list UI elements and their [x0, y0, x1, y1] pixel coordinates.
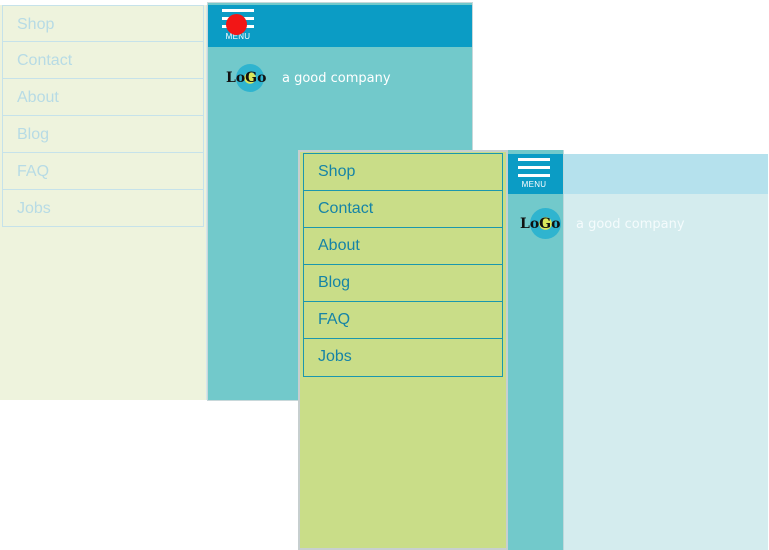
screen-a-logo[interactable]: LoGo: [226, 64, 276, 94]
screen-a-menu-item-blog[interactable]: Blog: [2, 116, 204, 153]
screen-b-content-overflow: [564, 154, 768, 550]
screen-b-top-bar-overflow: [564, 154, 768, 194]
screen-b-menu-item-faq[interactable]: FAQ: [304, 302, 502, 339]
screen-a-menu-item-contact[interactable]: Contact: [2, 42, 204, 79]
screen-b-menu-item-blog[interactable]: Blog: [304, 265, 502, 302]
screen-a-logo-text: LoGo: [226, 70, 267, 86]
screen-b-menu-list: Shop Contact About Blog FAQ Jobs: [303, 153, 503, 377]
screen-b-logo[interactable]: LoGo: [520, 208, 570, 242]
screen-b-menu-item-shop[interactable]: Shop: [304, 154, 502, 191]
record-dot-icon[interactable]: [226, 14, 247, 35]
screen-b-frame: Shop Contact About Blog FAQ Jobs MENU Lo…: [298, 150, 768, 550]
screen-a-menu-item-shop[interactable]: Shop: [2, 5, 204, 42]
screen-a-sidebar-menu: Shop Contact About Blog FAQ Jobs: [0, 5, 207, 400]
screen-a-tagline: a good company: [282, 71, 391, 86]
screen-a-menu-list: Shop Contact About Blog FAQ Jobs: [0, 5, 206, 227]
screen-b-menu-item-jobs[interactable]: Jobs: [304, 339, 502, 376]
screen-b-top-bar: MENU: [508, 154, 563, 194]
screen-b-menu-button-label: MENU: [521, 180, 547, 189]
screen-b-logo-text: LoGo: [520, 216, 561, 232]
screen-a-menu-item-jobs[interactable]: Jobs: [2, 190, 204, 227]
screen-a-top-bar: MENU: [208, 5, 472, 47]
screen-b-menu-button[interactable]: MENU: [518, 158, 550, 190]
screen-b-menu-item-about[interactable]: About: [304, 228, 502, 265]
screen-b-menu-item-contact[interactable]: Contact: [304, 191, 502, 228]
screen-b-sidebar-menu: Shop Contact About Blog FAQ Jobs: [298, 150, 508, 550]
screen-a-menu-item-about[interactable]: About: [2, 79, 204, 116]
screen-b-tagline: a good company: [576, 217, 685, 232]
screen-a-menu-item-faq[interactable]: FAQ: [2, 153, 204, 190]
